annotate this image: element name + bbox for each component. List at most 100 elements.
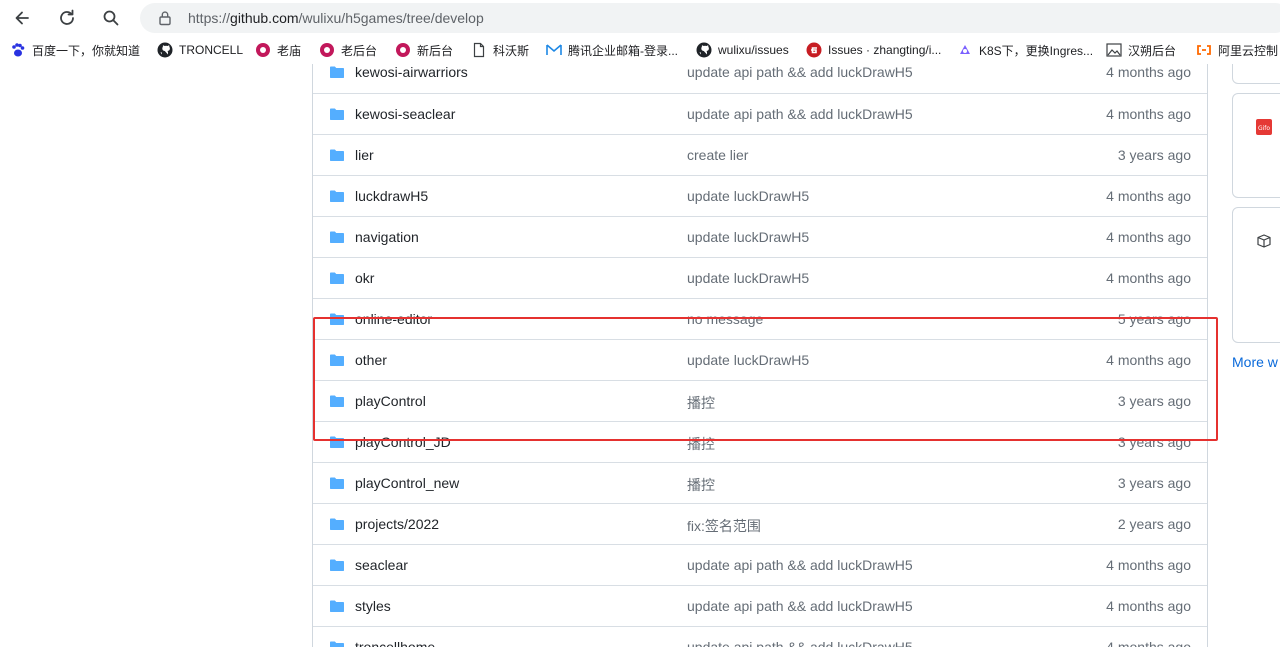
github-icon [157,42,173,58]
commit-age: 4 months ago [1106,229,1191,245]
gitee-icon [806,42,822,58]
commit-age: 4 months ago [1106,557,1191,573]
file-name-link[interactable]: seaclear [355,557,408,573]
bookmark-gitee-issues[interactable]: Issues · zhangting/i... [806,40,941,60]
more-link[interactable]: More w [1232,354,1278,370]
commit-message-link[interactable]: 播控 [687,475,715,495]
bookmark-label: 阿里云控制 [1218,43,1279,58]
file-name-link[interactable]: kewosi-airwarriors [355,64,468,80]
commit-age: 4 months ago [1106,270,1191,286]
app-icon [395,42,411,58]
bookmark-xinhoutai[interactable]: 新后台 [395,40,453,60]
search-button[interactable] [97,4,125,32]
file-name-link[interactable]: projects/2022 [355,516,439,532]
sidebar-card [1232,64,1280,84]
bookmark-laohoutai[interactable]: 老后台 [319,40,377,60]
folder-icon [330,641,344,647]
folder-icon [330,559,344,571]
folder-icon [330,518,344,530]
app-logo-icon: Gifo [1256,119,1272,135]
file-name-link[interactable]: okr [355,270,374,286]
bookmark-label: 老后台 [341,43,378,58]
commit-age: 3 years ago [1117,475,1191,491]
folder-icon [330,149,344,161]
bookmark-kewosi[interactable]: 科沃斯 [471,40,529,60]
folder-icon [330,600,344,612]
commit-message-link[interactable]: fix:签名范围 [687,516,761,536]
file-name-link[interactable]: kewosi-seaclear [355,106,455,122]
back-button[interactable] [8,4,36,32]
commit-age: 4 months ago [1106,639,1191,647]
bookmark-tencent-mail[interactable]: 腾讯企业邮箱-登录... [546,40,678,60]
table-row[interactable]: luckdrawH5 update luckDrawH5 4 months ago [313,175,1207,216]
commit-age: 4 months ago [1106,598,1191,614]
commit-message-link[interactable]: update api path && add luckDrawH5 [687,598,913,614]
bookmark-label: 汉朔后台 [1128,43,1177,58]
bookmark-troncell[interactable]: TRONCELL [157,40,243,60]
url-prefix: https:// [188,10,231,26]
github-icon [696,42,712,58]
table-row[interactable]: styles update api path && add luckDrawH5 4… [313,585,1207,626]
baidu-icon [10,42,26,58]
package-icon [1257,234,1271,248]
commit-message-link[interactable]: update api path && add luckDrawH5 [687,557,913,573]
table-row[interactable]: kewosi-seaclear update api path && add lu… [313,93,1207,134]
table-row[interactable]: kewosi-airwarriors update api path && add… [313,64,1207,93]
table-row[interactable]: seaclear update api path && add luckDrawH… [313,544,1207,585]
svg-text:Gifo: Gifo [1258,125,1270,132]
folder-icon [330,108,344,120]
file-name-link[interactable]: troncellhome [355,639,435,647]
bookmark-label: 腾讯企业邮箱-登录... [568,43,678,58]
file-name-link[interactable]: lier [355,147,374,163]
bookmark-baidu[interactable]: 百度一下，你就知道 [10,40,140,60]
bookmark-label: K8S下，更换Ingres... [979,43,1094,58]
commit-message-link[interactable]: create lier [687,147,748,163]
file-name-link[interactable]: navigation [355,229,419,245]
bookmark-label: 科沃斯 [493,43,530,58]
folder-icon [330,477,344,489]
lock-icon [159,11,171,26]
bookmark-laomiao[interactable]: 老庙 [255,40,301,60]
commit-message-link[interactable]: update api path && add luckDrawH5 [687,639,913,647]
commit-message-link[interactable]: update api path && add luckDrawH5 [687,106,913,122]
table-row[interactable]: okr update luckDrawH5 4 months ago [313,257,1207,298]
commit-message-link[interactable]: update api path && add luckDrawH5 [687,64,913,80]
commit-age: 3 years ago [1117,147,1191,163]
bookmark-label: 新后台 [417,43,454,58]
url-text: https://github.com/wulixu/h5games/tree/d… [188,10,484,26]
sidebar-card[interactable] [1232,207,1280,343]
app-icon [255,42,271,58]
file-name-link[interactable]: styles [355,598,391,614]
table-row[interactable]: lier create lier 3 years ago [313,134,1207,175]
url-host: github.com [230,10,299,26]
commit-age: 2 years ago [1117,516,1191,532]
commit-age: 4 months ago [1106,106,1191,122]
bookmark-aliyun[interactable]: 阿里云控制 [1196,40,1278,60]
sidebar-card[interactable]: Gifo [1232,93,1280,198]
k8s-icon [957,42,973,58]
tencent-mail-icon [546,42,562,58]
reload-button[interactable] [53,4,81,32]
commit-message-link[interactable]: update luckDrawH5 [687,188,809,204]
folder-icon [330,66,344,78]
bookmark-hanshuo[interactable]: 汉朔后台 [1106,40,1176,60]
commit-message-link[interactable]: update luckDrawH5 [687,229,809,245]
url-path: /wulixu/h5games/tree/develop [298,10,484,26]
bookmark-k8s[interactable]: K8S下，更换Ingres... [957,40,1093,60]
table-row[interactable]: troncellhome update api path && add luckD… [313,626,1207,647]
file-name-link[interactable]: playControl_new [355,475,459,491]
bookmark-wulixu-issues[interactable]: wulixu/issues [696,40,789,60]
table-row[interactable]: projects/2022 fix:签名范围 2 years ago [313,503,1207,544]
table-row[interactable]: playControl_new 播控 3 years ago [313,462,1207,503]
bookmark-label: 老庙 [277,43,302,58]
commit-message-link[interactable]: update luckDrawH5 [687,270,809,286]
folder-icon [330,190,344,202]
bookmarks-bar: 百度一下，你就知道 TRONCELL 老庙 老后台 新后台 科沃斯 腾讯企业邮箱… [0,36,1280,64]
search-icon [103,10,119,26]
table-row[interactable]: navigation update luckDrawH5 4 months ago [313,216,1207,257]
address-bar[interactable]: https://github.com/wulixu/h5games/tree/d… [140,3,1280,33]
highlight-box [313,317,1218,441]
folder-icon [330,231,344,243]
reload-icon [60,9,74,25]
file-name-link[interactable]: luckdrawH5 [355,188,428,204]
